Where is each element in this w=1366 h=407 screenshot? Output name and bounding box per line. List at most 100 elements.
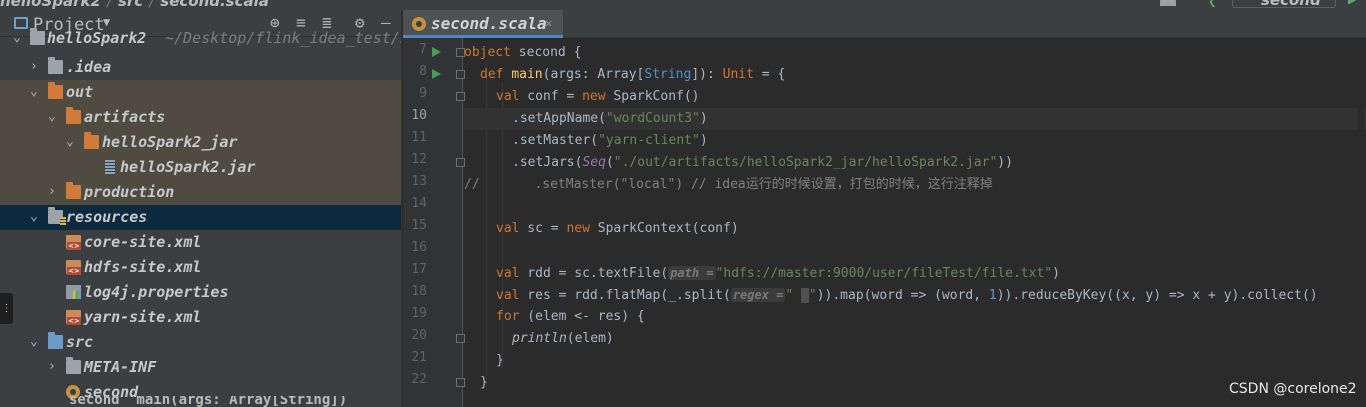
folder-icon — [66, 182, 81, 199]
tab-second-scala[interactable]: second.scala ✕ — [403, 10, 563, 38]
code-token: ) — [699, 133, 708, 148]
line-number-current: 10 — [411, 108, 427, 123]
code-token: val — [496, 221, 520, 236]
code-token: String — [644, 67, 692, 82]
chevron-right-icon[interactable]: › — [48, 359, 60, 374]
breadcrumb-file[interactable]: second.scala — [160, 0, 269, 10]
code-line: val res = rdd.flatMap(_.split(regex = " "… — [496, 284, 1366, 306]
folder-icon — [48, 82, 63, 99]
line-number: 8 — [419, 64, 427, 79]
chevron-right-icon[interactable]: › — [30, 59, 42, 74]
run-configuration-selector[interactable]: second — [1232, 0, 1336, 9]
tree-item-log4j[interactable]: log4j.properties — [0, 280, 401, 305]
code-token: = { — [753, 67, 786, 82]
project-tree: ⌄ helloSpark2 ~/Desktop/flink_idea_test/… — [0, 28, 401, 407]
tree-item-idea[interactable]: › .idea — [0, 55, 401, 80]
code-token: ]): — [691, 67, 723, 82]
code-token: object — [464, 45, 511, 60]
source-folder-icon — [48, 332, 63, 349]
folder-icon — [48, 57, 63, 74]
sticky-scope-header[interactable]: second main(args: Array[String]) — [61, 396, 761, 407]
code-token: Unit — [722, 67, 754, 82]
xml-file-icon — [66, 235, 81, 250]
code-token: val — [496, 288, 520, 303]
parameter-hint: regex = — [730, 288, 786, 302]
folder-icon — [30, 28, 45, 45]
line-number: 12 — [411, 152, 427, 167]
folder-icon — [84, 132, 99, 149]
code-area[interactable]: object second { def main(args: Array[Str… — [464, 38, 1366, 407]
tree-item-hellospark2-jar-folder[interactable]: ⌄ helloSpark2_jar — [0, 130, 401, 155]
tree-item-core-site[interactable]: core-site.xml — [0, 230, 401, 255]
code-editor: second.scala ✕ 7 8 9 10 11 12 13 14 15 1… — [403, 10, 1366, 407]
code-token: new — [566, 221, 590, 236]
code-token: def — [480, 67, 512, 82]
code-token: )).map(word => (word, — [816, 288, 989, 303]
code-token: val — [496, 266, 520, 281]
watermark: CSDN @corelone2 — [1229, 381, 1357, 397]
code-token: (args: Array[ — [542, 67, 645, 82]
code-token: .setAppName( — [512, 111, 606, 126]
run-icon[interactable]: ▶ — [1348, 0, 1356, 8]
tree-item-resources[interactable]: ⌄ resources — [0, 205, 401, 230]
tree-item-label: helloSpark2 — [47, 29, 147, 47]
breadcrumb-project[interactable]: helloSpark2 — [0, 0, 101, 10]
xml-file-icon — [66, 260, 81, 275]
chevron-down-icon[interactable]: ⌄ — [30, 209, 42, 224]
run-icon[interactable] — [432, 69, 441, 79]
resources-folder-icon — [48, 207, 66, 225]
tree-item-hdfs-site[interactable]: hdfs-site.xml — [0, 255, 401, 280]
code-token: " — [808, 288, 817, 303]
tree-item-out[interactable]: ⌄ out — [0, 80, 401, 105]
chevron-down-icon[interactable]: ⌄ — [13, 30, 25, 45]
line-number: 7 — [419, 42, 427, 57]
chevron-right-icon[interactable]: › — [48, 184, 60, 199]
tree-item-label: helloSpark2.jar — [120, 158, 256, 176]
tab-label: second.scala — [431, 14, 547, 33]
tree-item-meta-inf[interactable]: › META-INF — [0, 355, 401, 380]
code-token: .setJars( — [512, 155, 583, 170]
tree-item-artifacts[interactable]: ⌄ artifacts — [0, 105, 401, 130]
code-token: res = rdd.flatMap(_.split( — [519, 288, 731, 303]
tree-item-label: artifacts — [84, 108, 166, 126]
breadcrumb-separator: / — [106, 0, 112, 10]
user-icon[interactable] — [1160, 0, 1176, 6]
line-number: 9 — [419, 86, 427, 101]
code-token: } — [480, 375, 488, 390]
code-line: .setMaster("yarn-client") — [512, 130, 1366, 152]
code-token: conf = — [519, 89, 583, 104]
chevron-down-icon[interactable]: ⌄ — [30, 334, 42, 349]
code-token: )).reduceByKey((x, y) => x + y).collect(… — [996, 288, 1318, 303]
line-number: 20 — [411, 328, 427, 343]
back-arrow-icon[interactable]: ❮ — [1208, 0, 1216, 10]
vertical-scrollbar[interactable] — [1358, 40, 1364, 400]
tree-item-src[interactable]: ⌄ src — [0, 330, 401, 355]
code-line: object second { — [464, 42, 1366, 64]
tree-item-root[interactable]: ⌄ helloSpark2 ~/Desktop/flink_idea_test/… — [0, 26, 401, 51]
code-line-current: .setAppName("wordCount3") — [464, 108, 1366, 130]
folder-icon — [66, 107, 81, 124]
editor-gutter[interactable]: 7 8 9 10 11 12 13 14 15 16 17 18 19 20 2… — [403, 38, 465, 407]
breadcrumb-folder[interactable]: src — [118, 0, 143, 10]
tree-item-label: src — [66, 333, 94, 351]
code-token: " — [785, 288, 802, 303]
tree-item-label: resources — [66, 208, 148, 226]
chevron-down-icon[interactable]: ⌄ — [66, 134, 78, 149]
sticky-scope-label: second main(args: Array[String]) — [69, 396, 348, 407]
tree-item-yarn-site[interactable]: yarn-site.xml — [0, 305, 401, 330]
code-line: val conf = new SparkConf() — [496, 86, 1366, 108]
code-line: // .setMaster("local") // idea运行的时候设置，打包… — [464, 174, 1366, 196]
run-icon[interactable] — [432, 47, 441, 57]
code-line: val rdd = sc.textFile(path = "hdfs://mast… — [496, 262, 1366, 284]
line-number: 21 — [411, 350, 427, 365]
close-icon[interactable]: ✕ — [545, 16, 552, 30]
tree-item-hellospark2-jar[interactable]: helloSpark2.jar — [0, 155, 401, 180]
chevron-down-icon[interactable]: ⌄ — [30, 84, 42, 99]
chevron-down-icon[interactable]: ⌄ — [48, 109, 60, 124]
code-line: def main(args: Array[String]): Unit = { — [480, 64, 1366, 86]
side-panel-handle[interactable]: ⋮ — [0, 293, 13, 324]
tree-item-label: .idea — [66, 58, 112, 76]
line-number: 11 — [411, 130, 427, 145]
code-token: rdd = sc.textFile( — [519, 266, 669, 281]
tree-item-production[interactable]: › production — [0, 180, 401, 205]
